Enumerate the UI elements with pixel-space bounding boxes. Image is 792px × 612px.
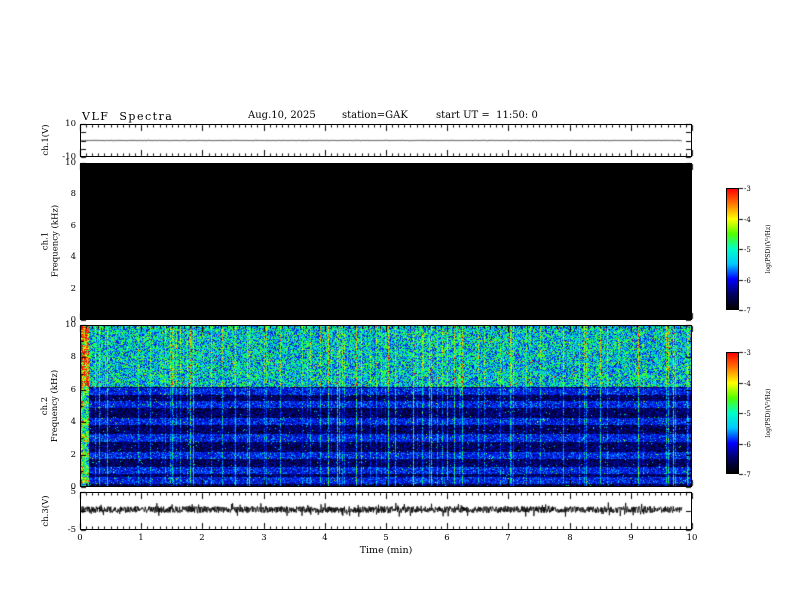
ch3-waveform-canvas [81, 493, 691, 529]
ch1-waveform-canvas [81, 125, 691, 156]
x-tick-label: 4 [322, 533, 328, 543]
ch1-spectrogram-ylabel-line2: Frequency (kHz) [50, 204, 61, 278]
y-tick-label: 10 [65, 158, 76, 168]
x-tick-label: 5 [383, 533, 389, 543]
x-tick-label: 0 [77, 533, 83, 543]
colorbar-ch1 [726, 188, 739, 310]
x-tick-label: 6 [444, 533, 450, 543]
start-ut-label: start UT = 11:50: 0 [436, 110, 538, 121]
x-tick-label: 8 [567, 533, 573, 543]
x-tick-label: 9 [628, 533, 634, 543]
ch2-spectrogram-ylabel-line2: Frequency (kHz) [50, 369, 60, 443]
colorbar-ch1-label: log(PSD)(V²/Hz) [765, 224, 772, 274]
colorbar-ch2-label: log(PSD)(V²/Hz) [765, 388, 772, 438]
colorbar-tick-label: -3 [744, 349, 751, 357]
colorbar-tick-label: -5 [744, 246, 751, 254]
colorbar-tick-label: -7 [744, 307, 751, 315]
x-tick-label: 1 [138, 533, 144, 543]
ch2-spectrogram-panel [80, 325, 692, 487]
colorbar-tick-label: -4 [744, 216, 751, 224]
station-label: station=GAK [342, 110, 408, 121]
ch2-spectrogram-canvas [81, 326, 691, 486]
ch1-spectrogram-panel [80, 163, 692, 320]
colorbar-tick-label: -6 [744, 277, 751, 285]
ch1-spectrogram-canvas [81, 164, 691, 319]
colorbar-tick-label: -5 [744, 410, 751, 418]
x-tick-label: 3 [261, 533, 267, 543]
ch2-spectrogram-ylabel: ch.2 Frequency (kHz) [40, 325, 60, 487]
x-tick-label: 2 [199, 533, 205, 543]
ch2-spectrogram-ylabel-line1: ch.2 [40, 396, 50, 416]
x-tick-label: 7 [505, 533, 511, 543]
ch3-waveform-panel [80, 492, 692, 530]
y-tick-label: 4 [70, 417, 76, 427]
y-tick-label: 8 [70, 189, 76, 199]
vlf-spectra-figure: VLF Spectra Aug.10, 2025 station=GAK sta… [0, 0, 792, 612]
colorbar-tick-label: -6 [744, 441, 751, 449]
y-tick-label: 10 [65, 320, 76, 330]
y-tick-label: 6 [70, 221, 76, 231]
y-tick-label: 10 [65, 119, 76, 129]
y-tick-label: 6 [70, 385, 76, 395]
figure-date: Aug.10, 2025 [248, 110, 316, 121]
y-tick-label: 2 [70, 450, 76, 460]
colorbar-ch2 [726, 352, 739, 474]
x-tick-label: 10 [686, 533, 698, 543]
xaxis-title: Time (min) [359, 545, 413, 556]
colorbar-tick-label: -7 [744, 471, 751, 479]
ch1-waveform-panel [80, 124, 692, 157]
y-tick-label: 8 [70, 352, 76, 362]
colorbar-tick-label: -3 [744, 185, 751, 193]
ch1-spectrogram-ylabel-line1: ch.1 [40, 231, 51, 251]
y-tick-label: 4 [70, 252, 76, 262]
figure-title: VLF Spectra [82, 110, 174, 123]
y-tick-label: 2 [70, 284, 76, 294]
ch1-spectrogram-ylabel: ch.1 Frequency (kHz) [41, 163, 61, 320]
y-tick-label: 5 [70, 487, 76, 497]
colorbar-tick-label: -4 [744, 380, 751, 388]
